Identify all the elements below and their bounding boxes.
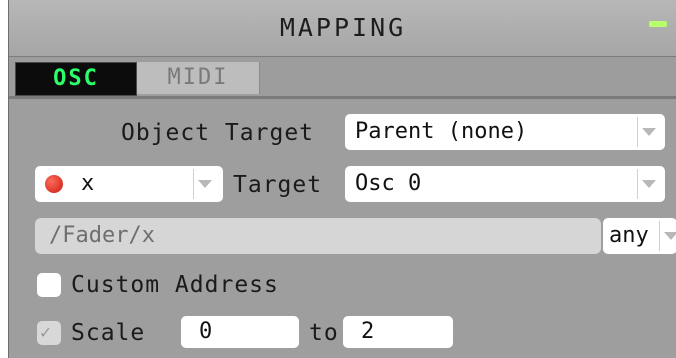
- target-dropdown[interactable]: Osc 0: [345, 166, 665, 202]
- chevron-down-icon: [637, 117, 660, 147]
- tab-osc[interactable]: OSC: [15, 62, 137, 96]
- panel-titlebar[interactable]: MAPPING: [9, 0, 676, 57]
- address-type-dropdown[interactable]: any: [603, 218, 676, 254]
- scale-min-input[interactable]: 0: [181, 316, 299, 348]
- target-label: Target: [233, 172, 323, 198]
- parameter-value: x: [81, 171, 95, 196]
- minimize-icon[interactable]: [649, 21, 667, 27]
- object-target-value: Parent (none): [355, 119, 528, 144]
- parameter-dropdown[interactable]: x: [35, 166, 223, 202]
- target-value: Osc 0: [355, 171, 422, 196]
- tab-midi[interactable]: MIDI: [137, 62, 260, 94]
- osc-settings: Object Target Parent (none) x Target Osc…: [9, 100, 676, 358]
- checkmark-icon: ✓: [40, 322, 51, 343]
- osc-address-field[interactable]: /Fader/x: [35, 218, 601, 254]
- chevron-down-icon: [637, 169, 660, 199]
- panel-title: MAPPING: [279, 13, 407, 42]
- scale-checkbox[interactable]: ✓: [37, 321, 61, 345]
- chevron-down-icon: [193, 169, 216, 199]
- scale-max-input[interactable]: 2: [343, 316, 453, 348]
- chevron-down-icon: [659, 221, 676, 251]
- record-dot-icon: [45, 175, 63, 193]
- custom-address-label: Custom Address: [71, 272, 279, 298]
- object-target-dropdown[interactable]: Parent (none): [345, 114, 665, 150]
- custom-address-checkbox[interactable]: [37, 273, 61, 297]
- address-type-value: any: [609, 223, 649, 248]
- object-target-label: Object Target: [121, 120, 315, 146]
- mapping-panel: MAPPING OSC MIDI Object Target Parent (n…: [8, 0, 676, 358]
- tab-bar: OSC MIDI: [9, 58, 676, 99]
- scale-label: Scale: [71, 320, 146, 346]
- scale-to-label: to: [309, 320, 339, 346]
